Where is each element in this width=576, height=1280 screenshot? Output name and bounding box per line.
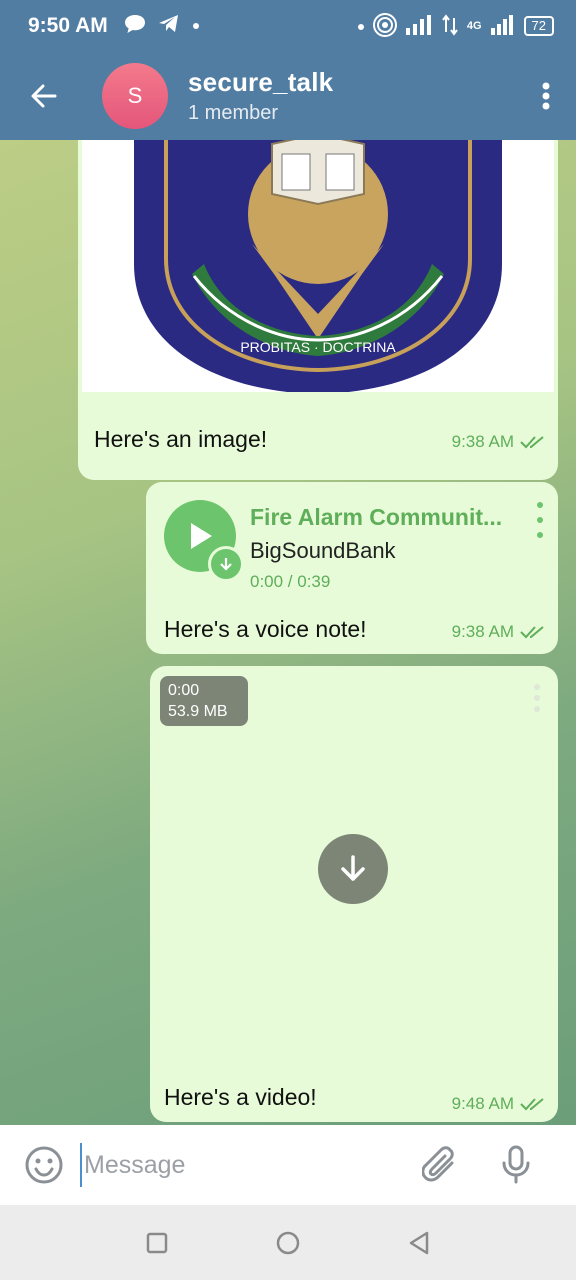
message-meta: 9:38 AM [452, 432, 546, 452]
play-icon [191, 523, 212, 549]
message-bubble-video[interactable]: 0:00 53.9 MB Here's a video! 9:48 AM [150, 666, 558, 1122]
status-bar: 9:50 AM 4G 72 [0, 0, 576, 52]
smiley-icon [25, 1146, 63, 1184]
triangle-left-icon [409, 1231, 428, 1254]
message-meta: 9:38 AM [452, 622, 546, 642]
battery-indicator: 72 [523, 16, 554, 36]
chat-title: secure_talk [188, 67, 334, 97]
circle-icon [276, 1231, 300, 1254]
status-time: 9:50 AM [28, 14, 108, 37]
video-menu-button[interactable] [532, 684, 542, 712]
audio-menu-button[interactable] [532, 502, 548, 538]
chat-title-block[interactable]: secure_talk 1 member [188, 67, 333, 125]
paperclip-icon [422, 1146, 454, 1182]
more-options-button[interactable] [516, 66, 576, 126]
message-time: 9:38 AM [451, 622, 514, 641]
video-info-badge: 0:00 53.9 MB [160, 676, 248, 726]
dot-icon [192, 17, 200, 35]
chat-header: S secure_talk 1 member [0, 52, 576, 140]
signal-icon [405, 14, 433, 39]
signal-icon [490, 14, 516, 39]
message-input[interactable] [80, 1143, 410, 1187]
arrow-left-icon [31, 84, 57, 108]
message-composer [0, 1125, 576, 1205]
double-check-icon [520, 1098, 544, 1111]
square-icon [147, 1232, 168, 1253]
message-text: Here's an image! [94, 426, 268, 452]
message-meta: 9:48 AM [452, 1094, 546, 1114]
emoji-button[interactable] [22, 1143, 66, 1187]
double-check-icon [520, 436, 544, 449]
dot-icon [357, 18, 365, 34]
avatar[interactable]: S [102, 63, 168, 129]
crest-motto: PROBITAS · DOCTRINA [240, 339, 396, 355]
video-size: 53.9 MB [168, 703, 228, 720]
more-vert-icon [542, 82, 550, 110]
message-bubble-image[interactable]: PROBITAS · DOCTRINA Here's an image! 9:3… [78, 140, 558, 480]
home-button[interactable] [266, 1221, 310, 1265]
message-bubble-audio[interactable]: Fire Alarm Communit... BigSoundBank 0:00… [146, 482, 558, 654]
audio-duration: 0:00 / 0:39 [250, 572, 331, 591]
recents-button[interactable] [135, 1221, 179, 1265]
message-image[interactable]: PROBITAS · DOCTRINA [82, 140, 554, 392]
network-type: 4G [466, 20, 482, 32]
arrow-down-icon [341, 855, 365, 881]
download-video-button[interactable] [318, 834, 388, 904]
hotspot-icon [372, 12, 397, 40]
chat-area[interactable]: PROBITAS · DOCTRINA Here's an image! 9:3… [0, 140, 576, 1125]
telegram-icon [158, 14, 180, 39]
arrow-down-icon [220, 558, 232, 571]
nav-back-button[interactable] [397, 1221, 441, 1265]
message-time: 9:38 AM [451, 432, 514, 451]
system-icons: 4G 72 [357, 12, 554, 40]
message-time: 9:48 AM [451, 1094, 514, 1113]
back-button[interactable] [0, 52, 88, 140]
data-transfer-icon [441, 13, 459, 39]
chat-subtitle: 1 member [188, 102, 279, 124]
avatar-letter: S [127, 83, 143, 108]
notification-icons [124, 14, 200, 39]
download-audio-button[interactable] [208, 546, 244, 582]
microphone-button[interactable] [494, 1143, 538, 1187]
microphone-icon [502, 1145, 530, 1184]
university-crest-image: PROBITAS · DOCTRINA [82, 140, 554, 392]
double-check-icon [520, 626, 544, 639]
message-text: Here's a voice note! [164, 616, 367, 642]
chat-bubble-icon [124, 14, 146, 39]
audio-title: Fire Alarm Communit... [250, 504, 503, 530]
attach-button[interactable] [418, 1143, 462, 1187]
message-text: Here's a video! [164, 1084, 317, 1110]
audio-performer: BigSoundBank [250, 538, 396, 563]
video-duration: 0:00 [168, 682, 200, 699]
system-nav-bar [0, 1205, 576, 1280]
